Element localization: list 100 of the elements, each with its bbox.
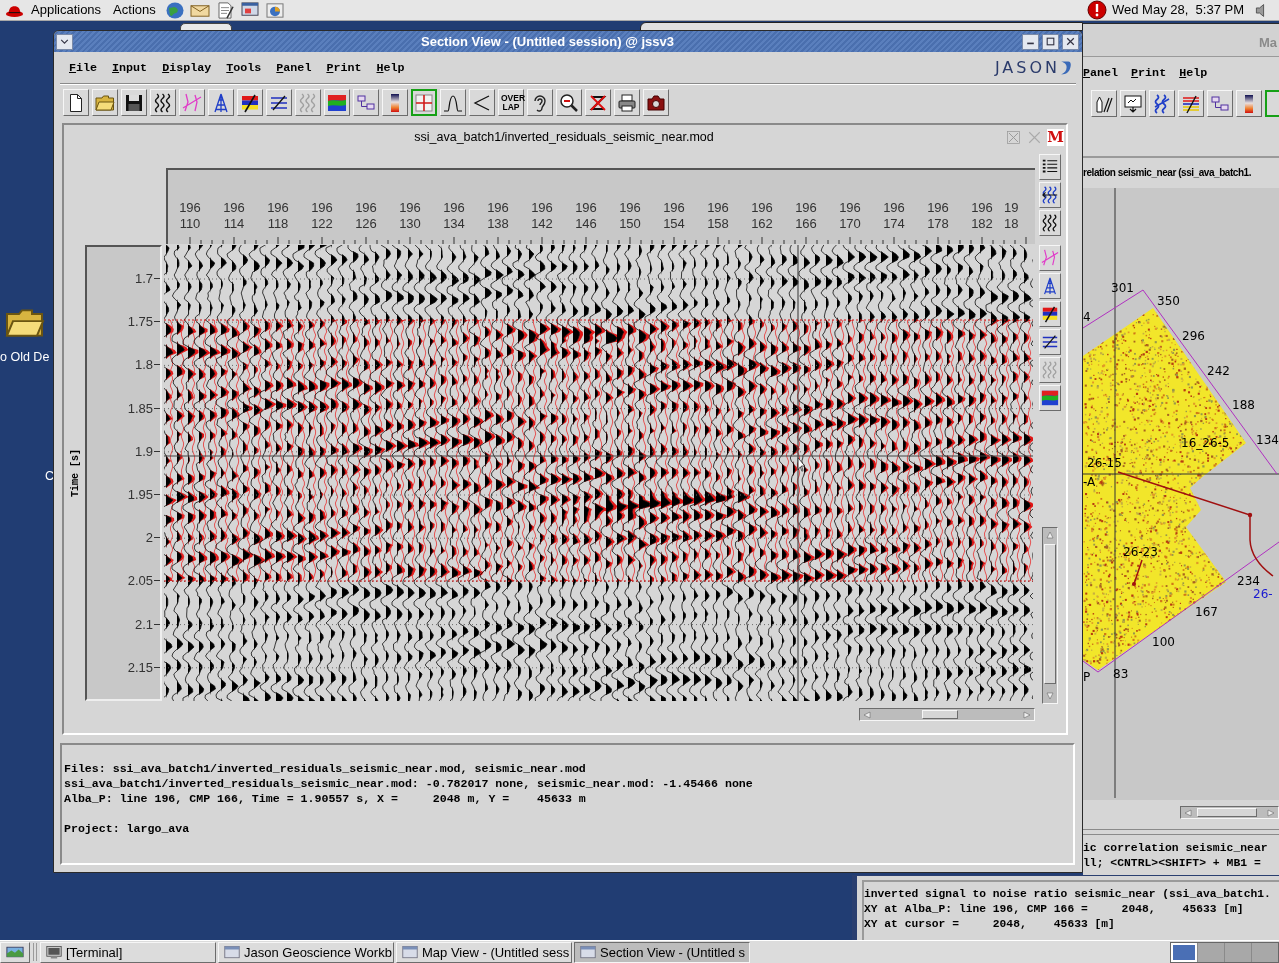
cmp-label: 134: [443, 216, 465, 232]
close-button[interactable]: [1062, 33, 1079, 50]
terminal-icon: [46, 944, 62, 960]
time-tick-label: 2.15: [127, 659, 153, 675]
side-toolbar-button[interactable]: [1039, 385, 1061, 411]
cmp-label: 182: [971, 216, 993, 232]
striped-lines-icon: [1181, 93, 1201, 114]
cmp-label: 174: [883, 216, 905, 232]
desktop-icon-label[interactable]: C: [45, 469, 55, 484]
time-tick-label: 1.8: [134, 357, 153, 373]
tower-icon: [1041, 277, 1059, 295]
horizontal-scrollbar[interactable]: [859, 708, 1035, 721]
swoosh-icon: [1060, 59, 1072, 76]
time-tick-label: 2.1: [134, 616, 153, 632]
menu-item[interactable]: Tools: [226, 59, 262, 76]
menu-item[interactable]: Print: [326, 59, 362, 76]
horizontal-scrollbar[interactable]: [1180, 806, 1279, 819]
scrollbar-thumb[interactable]: [922, 710, 958, 719]
side-toolbar-button[interactable]: [1039, 301, 1061, 327]
desktop-icon: [6, 944, 24, 960]
linked-boxes-icon: [356, 92, 376, 113]
side-toolbar-button[interactable]: [1039, 154, 1061, 180]
task-button[interactable]: Section View - (Untitled s: [574, 941, 750, 963]
info-line: Alba_P: line 196, CMP 166, Time = 1.90557 s, X = 2048 m, Y = 45633 m: [64, 791, 586, 806]
menu-item[interactable]: Print: [1131, 65, 1167, 81]
striped-flag-icon: [240, 92, 260, 113]
cmp-label: 114: [223, 216, 245, 232]
menu-item[interactable]: Panel: [276, 59, 312, 76]
cmp-label: 118: [267, 216, 289, 232]
clock[interactable]: Wed May 28, 5:37 PM: [1112, 2, 1244, 18]
workspace-button[interactable]: [1171, 942, 1197, 962]
task-button[interactable]: Jason Geoscience Workb: [218, 941, 394, 963]
map-label: 188: [1232, 398, 1255, 412]
time-tick-label: 1.75: [127, 314, 153, 330]
cmp-label: 162: [751, 216, 773, 232]
task-button[interactable]: Map View - (Untitled sess: [396, 941, 572, 963]
map-label: P: [1083, 670, 1091, 684]
menu-item[interactable]: Display: [162, 59, 212, 76]
line-label: 196: [883, 200, 905, 216]
maximize-button[interactable]: [1042, 33, 1059, 50]
menu-item[interactable]: Help: [376, 59, 405, 76]
desktop-icon-label[interactable]: o Old De: [0, 350, 50, 365]
line-label: 196: [223, 200, 245, 216]
cmp-label: 150: [619, 216, 641, 232]
line-label: 196: [927, 200, 949, 216]
axis-title: Time [s]: [69, 449, 82, 497]
time-tick-label: 1.95: [127, 487, 153, 503]
show-desktop-button[interactable]: [0, 941, 30, 963]
cmp-label: 138: [487, 216, 509, 232]
crossed-zigzag-icon: [588, 92, 608, 113]
line-label: 196: [531, 200, 553, 216]
map-label: 4: [1083, 310, 1091, 324]
vertical-scrollbar[interactable]: [1042, 527, 1058, 704]
map-label: 26-: [1253, 587, 1273, 601]
line-label: 19: [1004, 200, 1019, 216]
cmp-label: 122: [311, 216, 333, 232]
wiggle-traces-icon: [153, 92, 173, 113]
menu-item[interactable]: Input: [112, 59, 148, 76]
app-window-icon: [224, 944, 240, 960]
side-toolbar-button[interactable]: [1039, 210, 1061, 236]
tower-icon: [211, 92, 231, 113]
window-menu-button[interactable]: [56, 33, 73, 50]
line-label: 196: [751, 200, 773, 216]
wiggle-traces-icon: [1041, 214, 1059, 232]
toolbar-button[interactable]: OVER LAP: [498, 89, 524, 116]
horizontal-lines-icon: [1041, 333, 1059, 351]
time-tick-label: 1.85: [127, 400, 153, 416]
cmp-label: 166: [795, 216, 817, 232]
app-window-icon: [402, 944, 418, 960]
menu-item[interactable]: File: [69, 59, 98, 76]
task-button[interactable]: [Terminal]: [40, 941, 216, 963]
pie-chart-icon[interactable]: [264, 0, 285, 20]
scrollbar-thumb[interactable]: [1044, 544, 1056, 684]
minimize-button[interactable]: [1022, 33, 1039, 50]
cmp-label: 178: [927, 216, 949, 232]
panel-menu[interactable]: Applications: [31, 2, 102, 18]
side-toolbar-button[interactable]: [1039, 329, 1061, 355]
scrollbar-thumb[interactable]: [1197, 808, 1257, 817]
line-label: 196: [619, 200, 641, 216]
side-toolbar-button[interactable]: [1039, 273, 1061, 299]
menu-item[interactable]: Panel: [1083, 65, 1119, 81]
alert-icon[interactable]: [1087, 0, 1107, 20]
map-label: 134: [1256, 433, 1279, 447]
line-label: 196: [311, 200, 333, 216]
side-toolbar-button[interactable]: [1039, 182, 1061, 208]
line-label: 196: [707, 200, 729, 216]
map-label: 301: [1111, 281, 1134, 295]
color-bands-icon: [327, 92, 347, 113]
globe-icon[interactable]: [164, 0, 185, 20]
folder-icon: [95, 92, 115, 113]
time-tick-label: 1.9: [134, 443, 153, 459]
letter-button[interactable]: M: [1047, 128, 1064, 146]
line-label: 196: [575, 200, 597, 216]
faded-wiggle-icon: [1041, 361, 1059, 379]
cmp-label: 154: [663, 216, 685, 232]
window-title: Section View - (Untitled session) @ jssv3: [420, 32, 675, 51]
menu-item[interactable]: Help: [1179, 65, 1208, 81]
panel-menu[interactable]: Actions: [113, 2, 156, 18]
status-line: ll; <CNTRL><SHIFT> + MB1 =: [1083, 856, 1261, 871]
time-tick-label: 2: [145, 530, 153, 546]
